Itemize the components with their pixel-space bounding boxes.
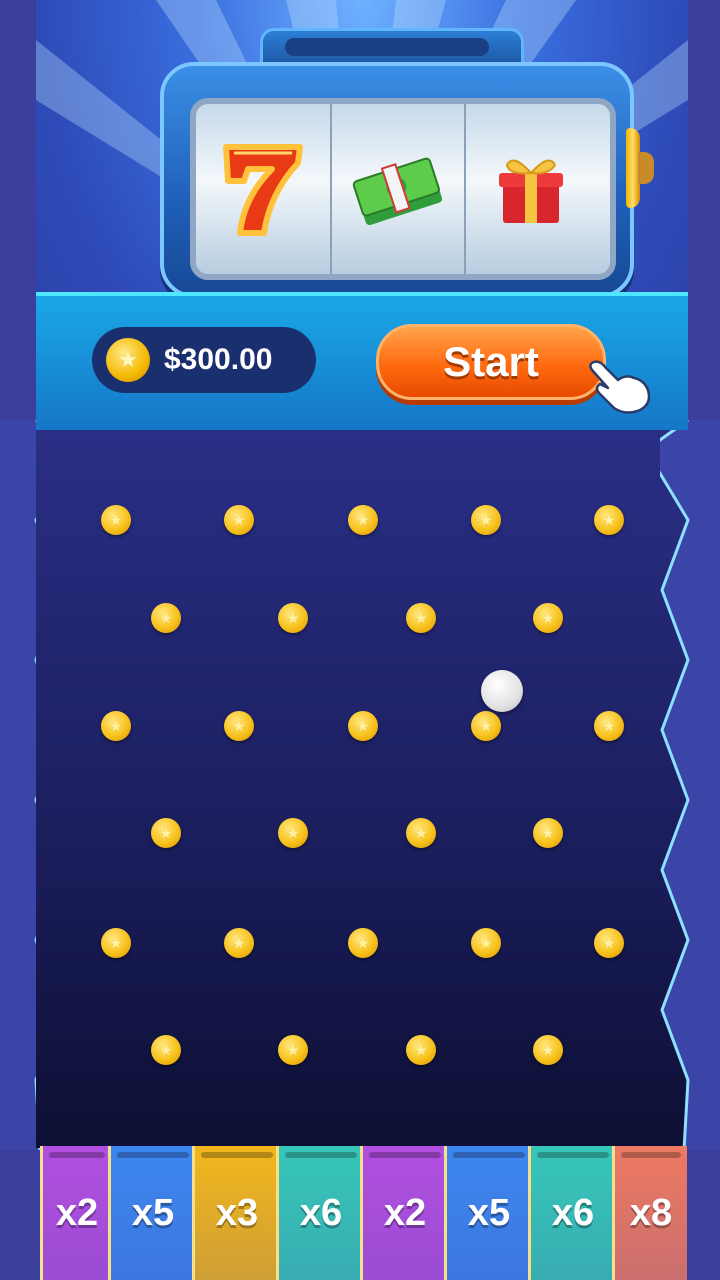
multiplier-label: x6	[299, 1191, 343, 1234]
pointing-hand-icon	[589, 360, 651, 414]
peg: ★	[594, 505, 624, 535]
machine-lever	[626, 128, 654, 208]
multiplier-bin: x2	[360, 1146, 447, 1280]
peg: ★	[278, 603, 308, 633]
peg: ★	[348, 928, 378, 958]
peg: ★	[594, 711, 624, 741]
peg: ★	[471, 711, 501, 741]
game-screen: ★ $300.00 Start ★ ★ ★ ★ ★ ★ ★ ★ ★ ★ ★ ★ …	[0, 0, 720, 1280]
multiplier-bin: x3	[192, 1146, 279, 1280]
multiplier-label: x3	[215, 1191, 259, 1234]
reel-3	[464, 104, 598, 274]
peg: ★	[471, 928, 501, 958]
lucky-seven-icon	[223, 144, 303, 236]
multiplier-label: x2	[55, 1191, 99, 1234]
right-wall	[660, 420, 720, 1150]
gift-box-icon	[499, 159, 563, 223]
plinko-board	[36, 428, 688, 1148]
multiplier-bin: x6	[528, 1146, 615, 1280]
peg: ★	[224, 711, 254, 741]
peg: ★	[224, 505, 254, 535]
start-button-label: Start	[443, 338, 539, 385]
multiplier-label: x8	[629, 1191, 673, 1234]
peg: ★	[278, 1035, 308, 1065]
peg: ★	[533, 1035, 563, 1065]
peg: ★	[101, 928, 131, 958]
peg: ★	[406, 1035, 436, 1065]
multiplier-bin: x5	[444, 1146, 531, 1280]
peg: ★	[348, 711, 378, 741]
start-button[interactable]: Start	[376, 324, 606, 400]
plinko-ball	[481, 670, 523, 712]
cash-stack-icon	[352, 157, 443, 226]
peg: ★	[151, 1035, 181, 1065]
slot-machine	[160, 28, 654, 298]
balance-amount: $300.00	[164, 343, 273, 376]
reel-2	[330, 104, 466, 274]
peg: ★	[278, 818, 308, 848]
peg: ★	[101, 505, 131, 535]
peg: ★	[348, 505, 378, 535]
peg: ★	[406, 818, 436, 848]
multiplier-bin: x8	[612, 1146, 687, 1280]
peg: ★	[471, 505, 501, 535]
multiplier-bin: x6	[276, 1146, 363, 1280]
peg: ★	[101, 711, 131, 741]
star-coin-icon: ★	[106, 338, 150, 382]
multiplier-bin: x2	[40, 1146, 111, 1280]
peg: ★	[151, 818, 181, 848]
multiplier-label: x5	[131, 1191, 175, 1234]
peg: ★	[151, 603, 181, 633]
multiplier-label: x5	[467, 1191, 511, 1234]
peg: ★	[533, 818, 563, 848]
multiplier-bin: x5	[108, 1146, 195, 1280]
multiplier-bins: x2 x5 x3 x6 x2 x5 x6 x8	[40, 1146, 687, 1280]
multiplier-label: x2	[383, 1191, 427, 1234]
reel-1	[196, 104, 332, 274]
reel-window	[190, 98, 616, 280]
peg: ★	[594, 928, 624, 958]
control-strip: ★ $300.00 Start	[36, 292, 688, 430]
machine-body	[160, 62, 634, 298]
peg: ★	[533, 603, 563, 633]
multiplier-label: x6	[551, 1191, 595, 1234]
slot-machine-panel: ★ $300.00 Start	[36, 0, 688, 430]
balance-display: ★ $300.00	[92, 327, 316, 393]
peg: ★	[224, 928, 254, 958]
peg: ★	[406, 603, 436, 633]
